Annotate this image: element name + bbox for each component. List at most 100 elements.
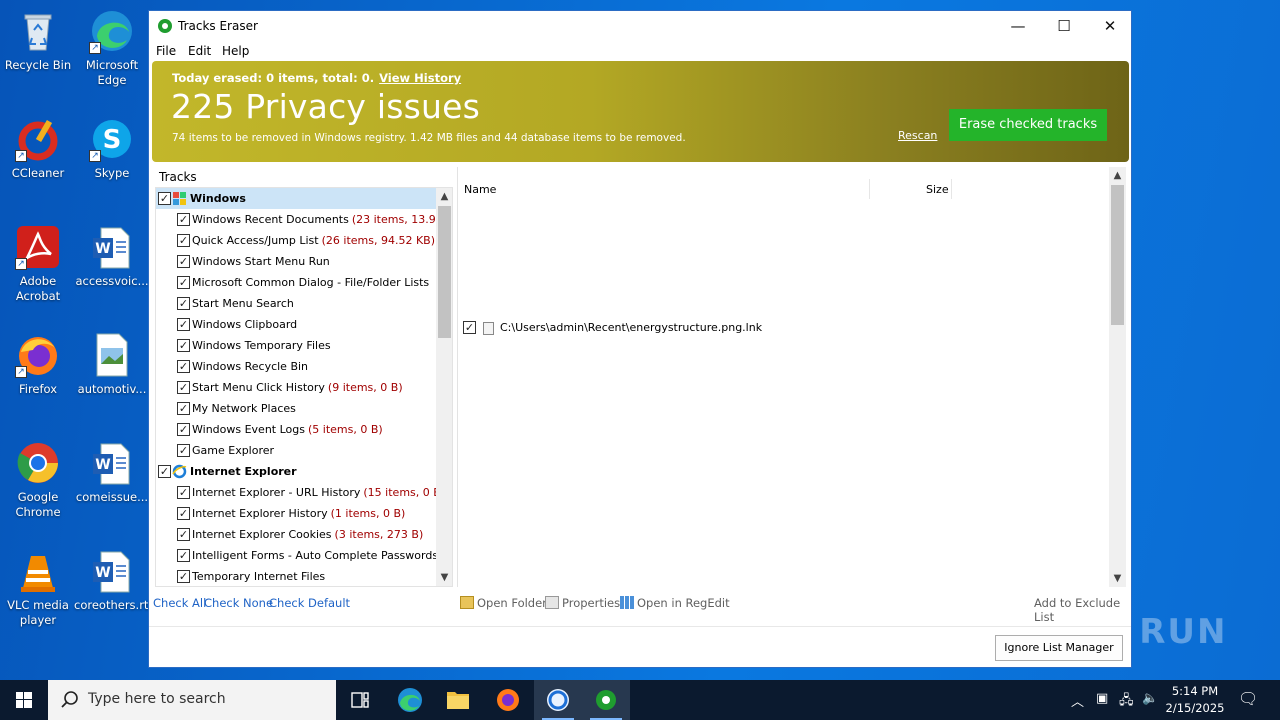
track-checkbox[interactable]: ✓ [177, 255, 190, 268]
track-checkbox[interactable]: ✓ [177, 507, 190, 520]
track-checkbox[interactable]: ✓ [177, 549, 190, 562]
track-item[interactable]: ✓ Windows Recent Documents (23 items, 13.9… [156, 209, 438, 230]
properties-action[interactable]: Properties [545, 596, 620, 610]
desktop-icon-acrobat[interactable]: ↗ Adobe Acrobat [0, 224, 76, 304]
menu-edit[interactable]: Edit [188, 44, 211, 58]
column-separator[interactable] [951, 179, 952, 199]
menu-help[interactable]: Help [222, 44, 249, 58]
track-item[interactable]: ✓ Quick Access/Jump List (26 items, 94.52 … [156, 230, 438, 251]
track-group[interactable]: ✓ Windows [156, 188, 438, 209]
show-hidden-icons-chevron-icon[interactable]: ︿ [1071, 691, 1084, 710]
start-button[interactable] [0, 680, 48, 720]
volume-icon[interactable]: 🔈 [1142, 691, 1158, 706]
track-checkbox[interactable]: ✓ [158, 192, 171, 205]
desktop-icon-word-doc[interactable]: W coreothers.rtf [74, 548, 152, 613]
device-icon[interactable]: ▣ [1096, 691, 1108, 706]
track-item[interactable]: ✓ Temporary Internet Files [156, 566, 438, 586]
track-checkbox[interactable]: ✓ [177, 570, 190, 583]
desktop-icon-skype[interactable]: S ↗ Skype [74, 116, 150, 181]
close-button[interactable]: ✕ [1087, 11, 1133, 41]
track-checkbox[interactable]: ✓ [177, 213, 190, 226]
track-checkbox[interactable]: ✓ [177, 381, 190, 394]
column-header-size[interactable]: Size [926, 183, 949, 196]
track-checkbox[interactable]: ✓ [177, 234, 190, 247]
scroll-down-arrow-icon[interactable]: ▼ [436, 569, 452, 586]
track-label-text: Microsoft Common Dialog - File/Folder Li… [192, 276, 430, 289]
track-item[interactable]: ✓ Start Menu Search [156, 293, 438, 314]
task-view-button[interactable] [336, 680, 384, 720]
desktop-icon-chrome[interactable]: Google Chrome [0, 440, 76, 520]
desktop-icon-ccleaner[interactable]: ↗ CCleaner [0, 116, 76, 181]
files-scrollbar[interactable]: ▲ ▼ [1109, 167, 1126, 587]
track-checkbox[interactable]: ✓ [177, 276, 190, 289]
scroll-up-arrow-icon[interactable]: ▲ [1109, 167, 1126, 184]
track-checkbox[interactable]: ✓ [177, 339, 190, 352]
check-default-link[interactable]: Check Default [269, 596, 350, 610]
open-in-regedit-action[interactable]: Open in RegEdit [620, 596, 730, 610]
track-checkbox[interactable]: ✓ [177, 444, 190, 457]
file-checkbox[interactable]: ✓ [463, 321, 476, 334]
title-bar[interactable]: Tracks Eraser — ☐ ✕ [149, 11, 1131, 41]
track-item[interactable]: ✓ Start Menu Click History (9 items, 0 B) [156, 377, 438, 398]
shortcut-arrow-icon: ↗ [15, 258, 27, 270]
network-icon[interactable]: 🖧 [1119, 691, 1134, 713]
desktop-icon-word-doc[interactable]: W comeissue... [74, 440, 150, 505]
track-item[interactable]: ✓ Windows Clipboard [156, 314, 438, 335]
track-item[interactable]: ✓ Windows Start Menu Run [156, 251, 438, 272]
track-item[interactable]: ✓ Microsoft Common Dialog - File/Folder L… [156, 272, 438, 293]
track-checkbox[interactable]: ✓ [177, 486, 190, 499]
track-item[interactable]: ✓ Windows Temporary Files [156, 335, 438, 356]
scroll-down-arrow-icon[interactable]: ▼ [1109, 570, 1126, 587]
track-item[interactable]: ✓ Internet Explorer - URL History (15 item… [156, 482, 438, 503]
track-checkbox[interactable]: ✓ [177, 297, 190, 310]
open-folder-action[interactable]: Open Folder [460, 596, 547, 610]
menu-file[interactable]: File [156, 44, 176, 58]
taskbar-ccleaner[interactable] [534, 680, 582, 720]
notifications-icon[interactable]: 🗨 [1238, 689, 1258, 708]
track-label: Game Explorer [192, 440, 274, 461]
desktop-icon-image-file[interactable]: automotiv... [74, 332, 150, 397]
erase-checked-tracks-button[interactable]: Erase checked tracks [949, 109, 1107, 141]
system-clock[interactable]: 5:14 PM 2/15/2025 [1160, 683, 1230, 717]
ignore-list-manager-button[interactable]: Ignore List Manager [995, 635, 1123, 661]
tracks-scrollbar[interactable]: ▲ ▼ [436, 188, 452, 586]
taskbar-search-box[interactable]: Type here to search [48, 680, 336, 720]
taskbar-firefox[interactable] [484, 680, 532, 720]
tracks-tree: ✓ Windows ✓ Windows Recent Documents (23 ite… [155, 187, 453, 587]
taskbar-tracks-eraser[interactable] [582, 680, 630, 720]
track-checkbox[interactable]: ✓ [177, 402, 190, 415]
scroll-thumb[interactable] [1111, 185, 1124, 325]
view-history-link[interactable]: View History [379, 71, 461, 85]
column-header-name[interactable]: Name [464, 183, 496, 196]
minimize-button[interactable]: — [995, 11, 1041, 41]
desktop-icon-word-doc[interactable]: W accessvoic... [74, 224, 150, 289]
scroll-up-arrow-icon[interactable]: ▲ [436, 188, 452, 205]
taskbar-file-explorer[interactable] [434, 680, 482, 720]
track-item[interactable]: ✓ Internet Explorer Cookies (3 items, 273 … [156, 524, 438, 545]
column-separator[interactable] [869, 179, 870, 199]
track-item[interactable]: ✓ Windows Recycle Bin [156, 356, 438, 377]
desktop-icon-edge[interactable]: ↗ Microsoft Edge [74, 8, 150, 88]
track-item[interactable]: ✓ Intelligent Forms - Auto Complete Passw… [156, 545, 438, 566]
track-checkbox[interactable]: ✓ [158, 465, 171, 478]
scroll-thumb[interactable] [438, 206, 451, 338]
track-item[interactable]: ✓ My Network Places [156, 398, 438, 419]
rescan-link[interactable]: Rescan [898, 129, 937, 142]
check-all-link[interactable]: Check All [153, 596, 206, 610]
track-checkbox[interactable]: ✓ [177, 423, 190, 436]
desktop-icon-firefox[interactable]: ↗ Firefox [0, 332, 76, 397]
track-item[interactable]: ✓ Windows Event Logs (5 items, 0 B) [156, 419, 438, 440]
desktop-icon-recycle-bin[interactable]: Recycle Bin [0, 8, 76, 73]
track-item[interactable]: ✓ Game Explorer [156, 440, 438, 461]
track-label: Windows Start Menu Run [192, 251, 330, 272]
track-item[interactable]: ✓ Internet Explorer History (1 items, 0 B) [156, 503, 438, 524]
track-checkbox[interactable]: ✓ [177, 528, 190, 541]
check-none-link[interactable]: Check None [204, 596, 273, 610]
track-group[interactable]: ✓ Internet Explorer [156, 461, 438, 482]
maximize-button[interactable]: ☐ [1041, 11, 1087, 41]
desktop-icon-vlc[interactable]: VLC media player [0, 548, 76, 628]
track-checkbox[interactable]: ✓ [177, 360, 190, 373]
track-checkbox[interactable]: ✓ [177, 318, 190, 331]
taskbar-edge[interactable] [386, 680, 434, 720]
add-to-exclude-list-action[interactable]: Add to Exclude List [1034, 596, 1131, 624]
